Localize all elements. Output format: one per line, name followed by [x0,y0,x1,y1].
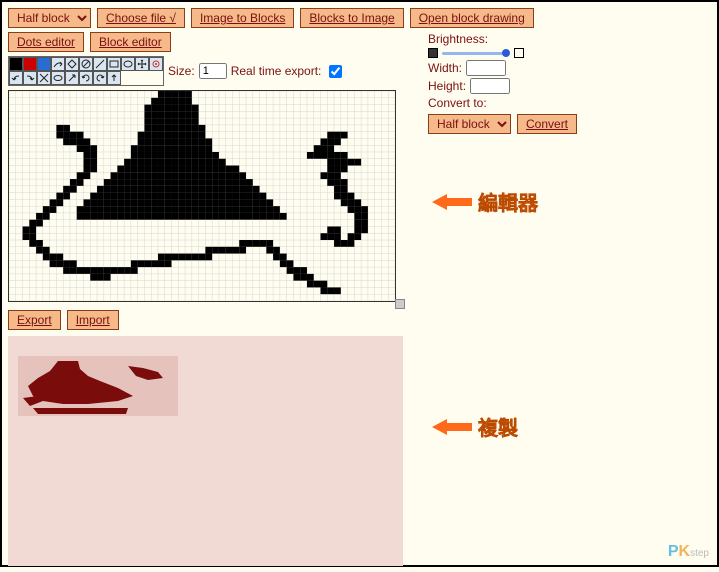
color-target-tool[interactable] [149,57,163,71]
mode-select[interactable]: Half block [8,8,91,28]
export-button[interactable]: Export [8,310,61,330]
nudge-tool[interactable] [107,71,121,85]
convert-to-label: Convert to: [428,96,706,110]
choose-file-button[interactable]: Choose file √ [97,8,185,28]
realtime-label: Real time export: [231,64,322,78]
block-editor-button[interactable]: Block editor [90,32,171,52]
redo-tool[interactable] [23,71,37,85]
convert-button[interactable]: Convert [517,114,577,134]
arrow-left-icon [432,417,472,437]
ellipse-tool[interactable] [121,57,135,71]
deselect-tool[interactable] [37,71,51,85]
brightness-light-icon [514,48,524,58]
blocks-to-image-button[interactable]: Blocks to Image [300,8,403,28]
dots-editor-button[interactable]: Dots editor [8,32,84,52]
color-black-tool[interactable] [9,57,23,71]
annotation-copy: 複製 [432,412,518,441]
undo-tool[interactable] [9,71,23,85]
export-row: Export Import [2,306,422,334]
no-tool-tool[interactable] [79,57,93,71]
diamond-tool[interactable] [65,57,79,71]
top-toolbar: Half block Choose file √ Image to Blocks… [2,2,717,32]
rect-tool[interactable] [107,57,121,71]
brightness-label: Brightness: [428,32,706,46]
arrow-left-icon [432,192,472,212]
editor-mode-row: Dots editor Block editor [2,32,422,56]
size-label: Size: [168,64,195,78]
left-column: Dots editor Block editor Size: Real time… [2,32,422,572]
annotation-editor: 編輯器 [432,187,538,216]
drawing-toolbar: Size: Real time export: [2,56,422,88]
brightness-dark-icon [428,48,438,58]
right-column: Brightness: Width: Height: Convert to: [422,32,712,572]
width-input[interactable] [466,60,506,76]
brightness-slider[interactable] [442,48,510,58]
import-button[interactable]: Import [67,310,119,330]
pixel-editor-canvas[interactable] [8,90,396,302]
resize-handle[interactable] [395,299,405,309]
color-red-tool[interactable] [23,57,37,71]
preview-panel [8,336,403,566]
arrow-upright-tool[interactable] [65,71,79,85]
height-input[interactable] [470,78,510,94]
width-label: Width: [428,61,462,75]
rotate-left-tool[interactable] [93,71,107,85]
main-split: Dots editor Block editor Size: Real time… [2,32,717,572]
open-block-drawing-button[interactable]: Open block drawing [410,8,534,28]
oval-tool[interactable] [51,71,65,85]
convert-select[interactable]: Half block [428,114,511,134]
image-to-blocks-button[interactable]: Image to Blocks [191,8,294,28]
rotate-right-tool[interactable] [79,71,93,85]
realtime-checkbox[interactable] [329,65,342,78]
brightness-slider-row [428,48,706,58]
color-blue-tool[interactable] [37,57,51,71]
app-frame: Half block Choose file √ Image to Blocks… [0,0,719,567]
line-tool[interactable] [93,57,107,71]
height-label: Height: [428,79,466,93]
tools-grid [8,56,164,86]
redo-curve-tool[interactable] [51,57,65,71]
size-input[interactable] [199,63,227,79]
move-tool[interactable] [135,57,149,71]
